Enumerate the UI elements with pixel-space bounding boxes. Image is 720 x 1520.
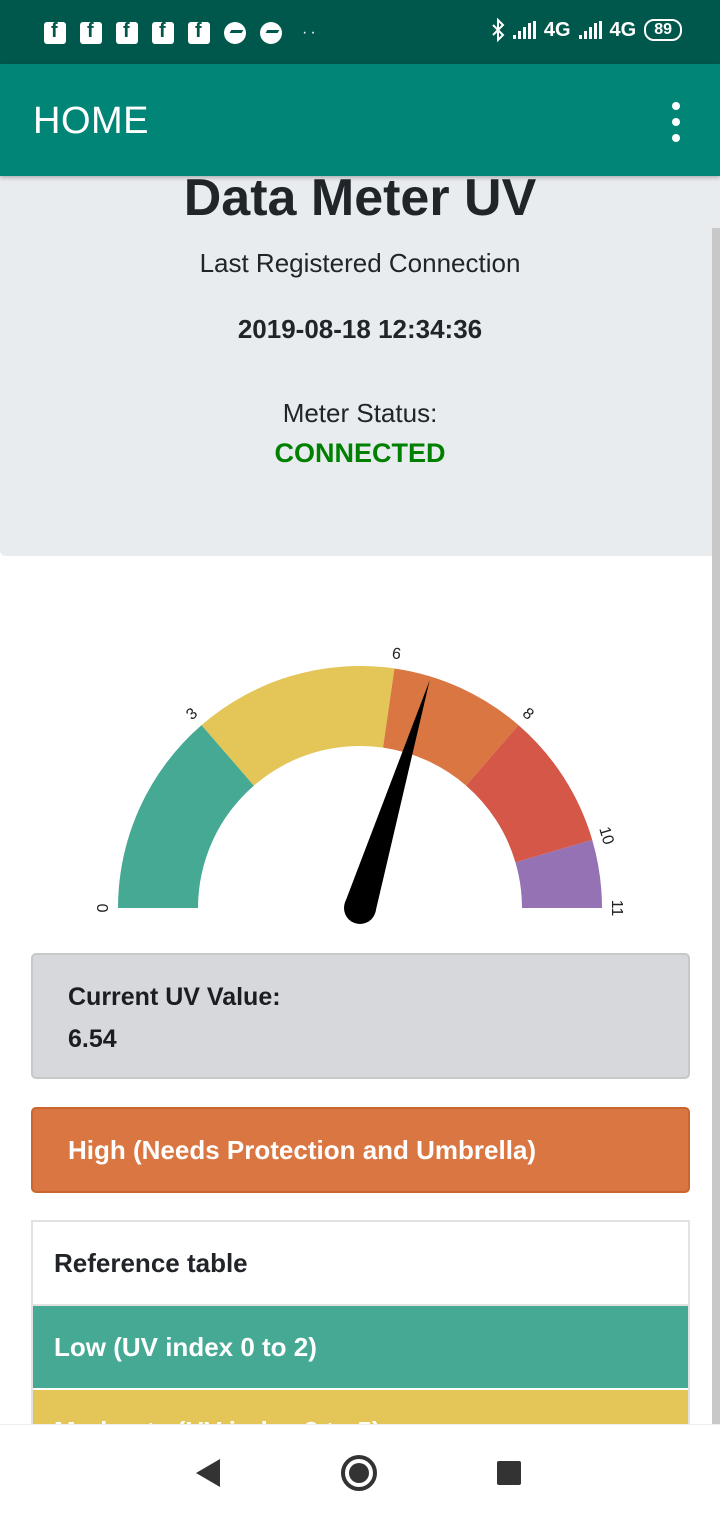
uv-level-text: High (Needs Protection and Umbrella)	[68, 1135, 537, 1165]
recent-apps-icon[interactable]	[497, 1461, 521, 1485]
page-title: Data Meter UV	[183, 169, 537, 227]
gauge-tick-label-4: 10	[595, 825, 616, 847]
reference-table-title: Reference table	[33, 1222, 688, 1306]
meter-status-label: Meter Status:	[282, 398, 438, 428]
bluetooth-icon	[491, 18, 505, 42]
network-type-2: 4G	[609, 18, 637, 41]
notification-icons: ··	[44, 20, 319, 44]
overflow-menu-icon[interactable]	[664, 102, 688, 142]
facebook-icon	[188, 20, 210, 44]
facebook-icon	[152, 20, 174, 44]
facebook-icon	[44, 20, 66, 44]
gauge-tick-label-0: 0	[95, 903, 112, 912]
meter-status-value: CONNECTED	[274, 438, 446, 468]
last-connection-timestamp: 2019-08-18 12:34:36	[237, 314, 483, 344]
gauge-tick-label-1: 3	[183, 705, 201, 724]
system-icons: 4G 4G 89	[491, 18, 682, 42]
status-bar: ·· 4G 4G 89	[0, 0, 720, 64]
gauge-tick-label-2: 6	[391, 645, 402, 663]
app-bar-title: HOME	[33, 100, 149, 142]
network-type-1: 4G	[543, 18, 571, 41]
facebook-icon	[116, 20, 138, 44]
more-notifications-icon: ··	[302, 24, 319, 41]
header-panel: Data Meter UV Last Registered Connection…	[0, 140, 720, 556]
back-icon[interactable]	[196, 1459, 220, 1487]
current-uv-value: 6.54	[68, 1025, 117, 1053]
app-bar: HOME	[0, 64, 720, 176]
facebook-icon	[80, 20, 102, 44]
messenger-icon	[224, 22, 246, 44]
current-uv-card: Current UV Value: 6.54	[31, 953, 690, 1079]
battery-indicator: 89	[644, 19, 682, 41]
navigation-bar	[0, 1424, 720, 1520]
gauge-needle-hub	[344, 892, 376, 924]
reference-row-low: Low (UV index 0 to 2)	[33, 1306, 688, 1390]
signal-icon	[578, 21, 602, 39]
gauge-tick-label-5: 11	[608, 900, 625, 917]
uv-gauge: 0 3 6 8 10 11	[95, 645, 625, 924]
signal-icon	[512, 21, 536, 39]
messenger-icon	[260, 22, 282, 44]
scrollbar[interactable]	[712, 228, 720, 1476]
reference-table: Reference table Low (UV index 0 to 2) Mo…	[31, 1220, 690, 1430]
gauge-tick-label-3: 8	[519, 705, 537, 724]
home-icon[interactable]	[341, 1455, 377, 1491]
uv-level-card: High (Needs Protection and Umbrella)	[31, 1107, 690, 1193]
current-uv-label: Current UV Value:	[68, 983, 281, 1011]
last-connection-label: Last Registered Connection	[199, 248, 521, 278]
